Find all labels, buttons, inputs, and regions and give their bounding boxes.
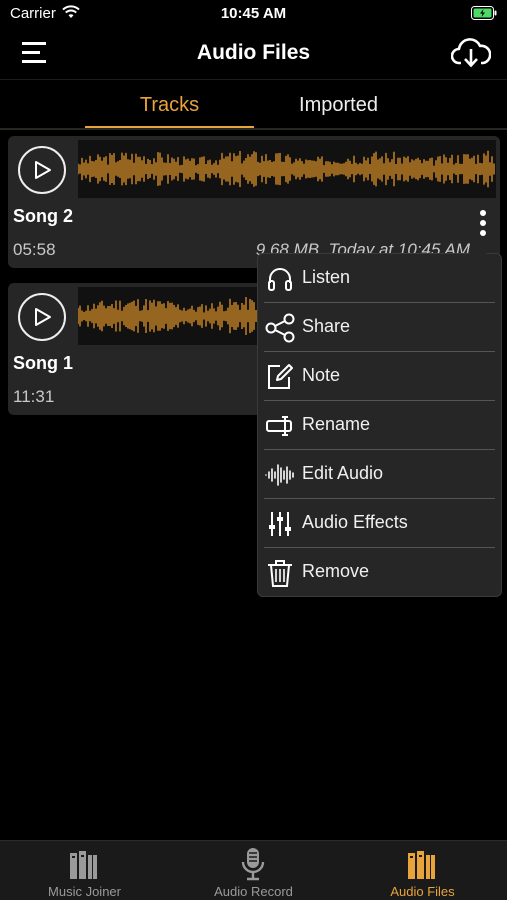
navigation-bar: Audio Files [0, 28, 507, 80]
share-icon [265, 313, 295, 343]
waveform[interactable] [78, 140, 496, 198]
battery-charging-icon [471, 6, 497, 20]
menu-item-note[interactable]: Note [258, 352, 501, 401]
rename-icon [266, 416, 292, 436]
tab-label: Music Joiner [48, 884, 121, 899]
status-bar: Carrier 10:45 AM [0, 0, 507, 28]
tab-audio-record[interactable]: Audio Record [169, 841, 338, 900]
menu-item-label: Note [302, 365, 341, 385]
menu-item-label: Listen [302, 267, 351, 287]
waveform-icon [265, 464, 294, 486]
segment-tabs: Tracks Imported [0, 84, 507, 130]
note-icon [268, 364, 293, 389]
tab-music-joiner[interactable]: Music Joiner [0, 841, 169, 900]
menu-item-label: Remove [302, 561, 370, 581]
menu-item-label: Share [302, 316, 351, 336]
menu-item-audio-effects[interactable]: Audio Effects [258, 499, 501, 548]
menu-item-rename[interactable]: Rename [258, 401, 501, 450]
books-icon [408, 851, 435, 879]
tab-imported-label: Imported [299, 94, 378, 116]
tab-label: Audio Files [390, 884, 455, 899]
track-duration: 05:58 [13, 240, 56, 259]
tabs-divider [0, 128, 507, 130]
context-menu: Listen Share Note Rename Edit Audio Audi… [257, 245, 502, 597]
menu-item-share[interactable]: Share [258, 303, 501, 352]
more-options-icon[interactable] [478, 210, 488, 238]
waveform-bars [78, 150, 495, 188]
tab-audio-files[interactable]: Audio Files [338, 841, 507, 900]
menu-item-edit-audio[interactable]: Edit Audio [258, 450, 501, 499]
track-title: Song 2 [13, 206, 74, 226]
cloud-download-icon[interactable] [451, 36, 491, 70]
sliders-icon [269, 512, 291, 536]
status-time: 10:45 AM [220, 5, 287, 22]
page-title: Audio Files [196, 41, 311, 64]
menu-item-label: Rename [302, 414, 371, 434]
menu-item-label: Audio Effects [302, 512, 408, 532]
context-menu-arrow [469, 245, 487, 254]
books-icon [70, 851, 97, 879]
tab-tracks-label: Tracks [139, 94, 200, 116]
play-button[interactable] [18, 146, 66, 194]
bottom-tab-bar: Music Joiner Audio Record Audio Files [0, 840, 507, 900]
tab-imported[interactable]: Imported [254, 84, 423, 130]
play-icon [35, 308, 51, 326]
headphones-icon [268, 268, 292, 291]
track-card[interactable]: Song 2 05:58 9.68 MB, Today at 10:45 AM [8, 136, 500, 268]
menu-item-label: Edit Audio [302, 463, 384, 483]
tab-tracks[interactable]: Tracks [85, 84, 254, 130]
track-title: Song 1 [13, 353, 74, 373]
microphone-icon [241, 848, 265, 881]
trash-icon [268, 560, 292, 587]
track-duration: 11:31 [13, 387, 55, 406]
play-button[interactable] [18, 293, 66, 341]
tab-label: Audio Record [214, 884, 293, 899]
menu-item-listen[interactable]: Listen [258, 254, 501, 303]
play-icon [35, 161, 51, 179]
menu-item-remove[interactable]: Remove [258, 548, 501, 597]
